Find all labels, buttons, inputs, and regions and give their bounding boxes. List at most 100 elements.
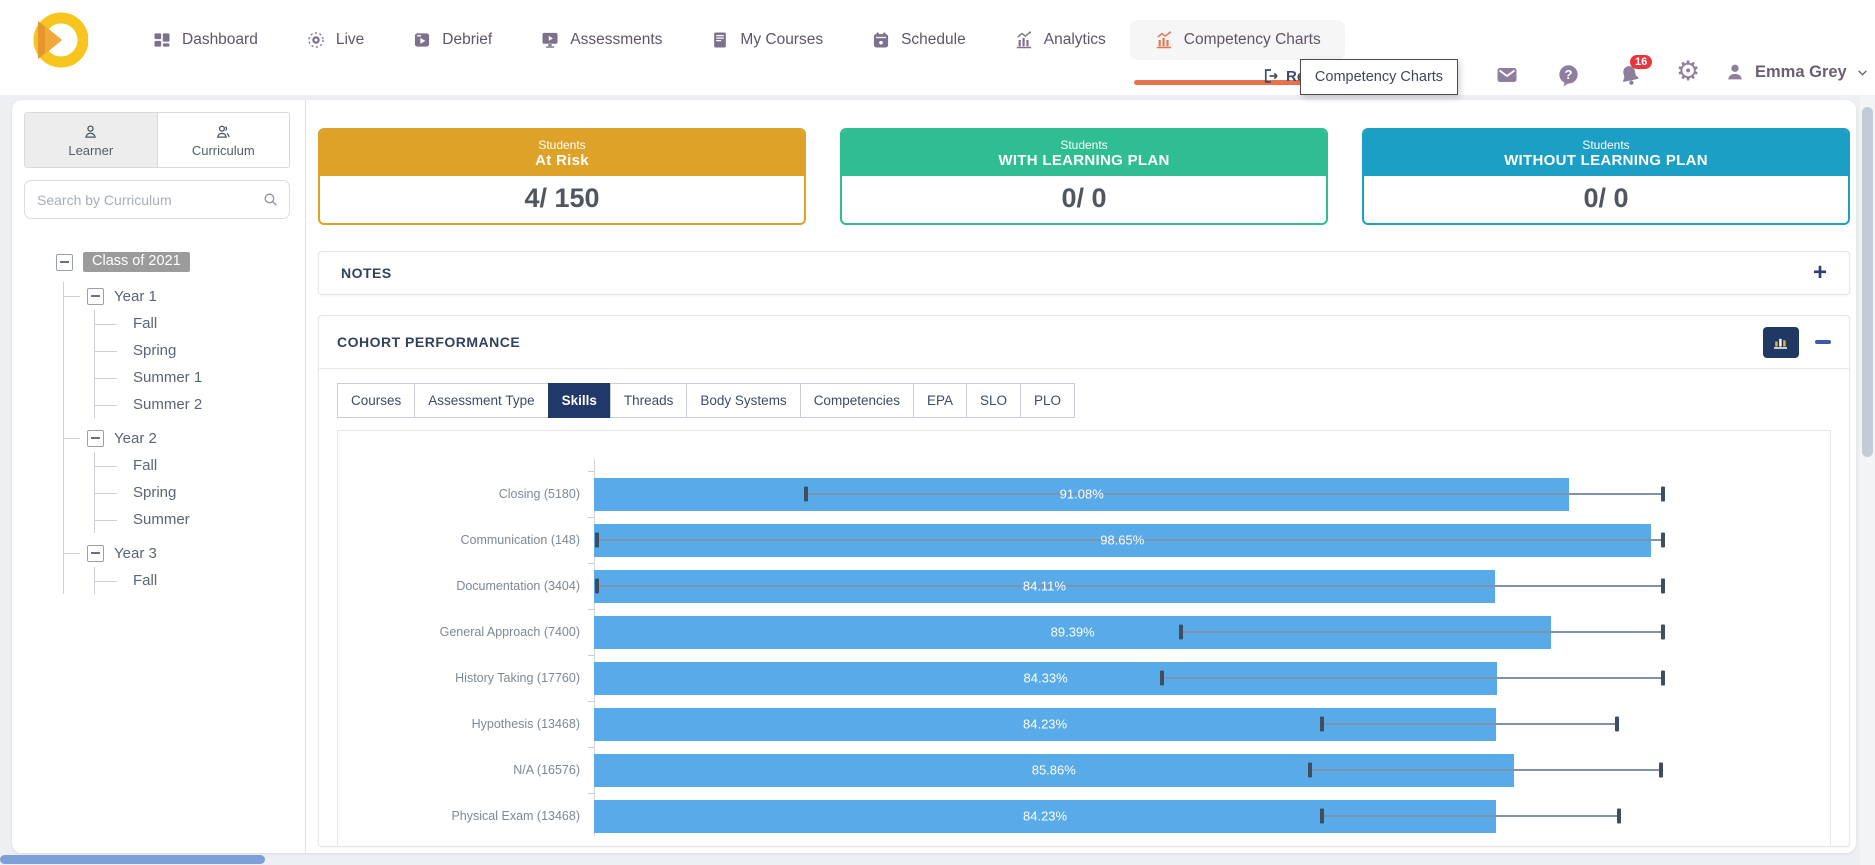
- chart-rows: Closing (5180)91.08%Communication (148)9…: [338, 471, 1830, 839]
- nav-assessments[interactable]: Assessments: [516, 20, 686, 60]
- chart-value-label: 85.86%: [1032, 763, 1076, 778]
- tree-node-label[interactable]: Spring: [133, 484, 176, 501]
- tree-node-label[interactable]: Summer: [133, 511, 190, 528]
- tree-node-label[interactable]: Year 1: [114, 288, 157, 305]
- chart-row: History Taking (17760)84.33%: [338, 655, 1830, 701]
- schedule-icon: [871, 30, 891, 50]
- nav-competency-charts[interactable]: Competency Charts: [1130, 20, 1345, 60]
- nav-debrief[interactable]: Debrief: [388, 20, 516, 60]
- user-menu[interactable]: Emma Grey: [1724, 61, 1869, 83]
- error-bar-cap: [1661, 671, 1665, 686]
- error-bar-cap: [1160, 671, 1164, 686]
- nav-label: Schedule: [901, 31, 966, 49]
- error-bar-line: [1322, 815, 1619, 817]
- nav-live[interactable]: Live: [282, 20, 388, 60]
- tree-node-term[interactable]: Fall: [133, 452, 202, 479]
- tab-courses[interactable]: Courses: [337, 383, 415, 418]
- chart-value-label: 98.65%: [1100, 533, 1144, 548]
- error-bar-cap: [1661, 625, 1665, 640]
- tree-node-class[interactable]: Class of 2021: [56, 248, 202, 276]
- error-bar-line: [1322, 723, 1617, 725]
- collapse-panel-button[interactable]: [1815, 340, 1831, 344]
- tree-node-label[interactable]: Fall: [133, 457, 157, 474]
- tree-node-term[interactable]: Spring: [133, 479, 202, 506]
- card-with-learning-plan[interactable]: Students WITH LEARNING PLAN 0/ 0: [840, 128, 1328, 225]
- collapse-node-icon[interactable]: [87, 288, 104, 305]
- card-at-risk[interactable]: Students At Risk 4/ 150: [318, 128, 806, 225]
- collapse-node-icon[interactable]: [56, 254, 73, 271]
- tab-skills[interactable]: Skills: [548, 383, 611, 418]
- nav-analytics[interactable]: Analytics: [990, 20, 1130, 60]
- tab-epa[interactable]: EPA: [913, 383, 967, 418]
- tab-assessment-type[interactable]: Assessment Type: [414, 383, 548, 418]
- report-link-partial[interactable]: Re: [1262, 67, 1305, 85]
- expand-notes-button[interactable]: +: [1813, 261, 1827, 285]
- search-icon[interactable]: [262, 191, 279, 208]
- tab-learner[interactable]: Learner: [25, 113, 158, 167]
- tree-node-term[interactable]: Summer: [133, 506, 202, 533]
- cohort-tabs: Courses Assessment Type Skills Threads B…: [337, 383, 1849, 418]
- help-button[interactable]: ?: [1556, 63, 1581, 88]
- horizontal-scrollbar-thumb[interactable]: [0, 855, 265, 864]
- tree-node-year2[interactable]: Year 2: [87, 424, 202, 452]
- card-without-learning-plan[interactable]: Students WITHOUT LEARNING PLAN 0/ 0: [1362, 128, 1850, 225]
- tree-node-label[interactable]: Spring: [133, 342, 176, 359]
- people-icon: [214, 123, 232, 140]
- tree-node-year3[interactable]: Year 3: [87, 539, 202, 567]
- tab-competencies[interactable]: Competencies: [800, 383, 914, 418]
- debrief-icon: [412, 30, 432, 50]
- chart-row: N/A (16576)85.86%: [338, 747, 1830, 793]
- collapse-node-icon[interactable]: [87, 430, 104, 447]
- notes-panel: NOTES +: [318, 251, 1850, 295]
- error-bar-line: [597, 585, 1663, 587]
- vertical-scrollbar[interactable]: [1860, 95, 1875, 865]
- tree-node-label[interactable]: Year 2: [114, 430, 157, 447]
- tree-node-label[interactable]: Fall: [133, 572, 157, 589]
- chart-category-label: General Approach (7400): [338, 609, 592, 655]
- tree-children: Fall Spring Summer 1 Summer 2: [94, 310, 202, 418]
- logout-arrow-icon: [1262, 67, 1280, 85]
- nav-dashboard[interactable]: Dashboard: [128, 20, 282, 60]
- chart-row: Hypothesis (13468)84.23%: [338, 701, 1830, 747]
- nav-label: Dashboard: [182, 31, 258, 49]
- nav-my-courses[interactable]: My Courses: [686, 20, 847, 60]
- tree-node-label-selected[interactable]: Class of 2021: [83, 252, 190, 272]
- nav-label: Debrief: [442, 31, 492, 49]
- tree-node-term[interactable]: Fall: [133, 310, 202, 337]
- card-title: WITH LEARNING PLAN: [998, 152, 1169, 169]
- tree-node-label[interactable]: Summer 1: [133, 369, 202, 386]
- tree-node-term[interactable]: Summer 1: [133, 364, 202, 391]
- chart-value-label: 84.23%: [1023, 809, 1067, 824]
- app-window: Dashboard Live Debrief Assessments: [0, 0, 1875, 865]
- tree-node-label[interactable]: Summer 2: [133, 396, 202, 413]
- mail-button[interactable]: [1494, 63, 1520, 87]
- app-logo[interactable]: [28, 10, 88, 70]
- card-header: Students At Risk: [320, 130, 804, 176]
- nav-label: Assessments: [570, 31, 662, 49]
- tab-threads[interactable]: Threads: [610, 383, 688, 418]
- settings-button[interactable]: ⚙: [1676, 58, 1700, 85]
- cohort-header: COHORT PERFORMANCE: [319, 316, 1849, 369]
- error-bar-cap: [1661, 533, 1665, 548]
- tree-node-year1[interactable]: Year 1: [87, 282, 202, 310]
- nav-schedule[interactable]: Schedule: [847, 20, 990, 60]
- notifications-button[interactable]: 16: [1617, 63, 1643, 89]
- vertical-scrollbar-thumb[interactable]: [1862, 107, 1873, 457]
- tree-node-term[interactable]: Spring: [133, 337, 202, 364]
- chart-value-label: 84.23%: [1023, 717, 1067, 732]
- tree-node-label[interactable]: Year 3: [114, 545, 157, 562]
- stat-cards: Students At Risk 4/ 150 Students WITH LE…: [318, 128, 1850, 225]
- tab-curriculum[interactable]: Curriculum: [158, 113, 290, 167]
- tab-body-systems[interactable]: Body Systems: [686, 383, 800, 418]
- collapse-node-icon[interactable]: [87, 545, 104, 562]
- tree-node-label[interactable]: Fall: [133, 315, 157, 332]
- nav-label: My Courses: [740, 31, 823, 49]
- tab-slo[interactable]: SLO: [966, 383, 1021, 418]
- chart-type-button[interactable]: [1763, 327, 1799, 358]
- card-value: 4/ 150: [320, 176, 804, 221]
- tree-node-term[interactable]: Fall: [133, 567, 202, 594]
- tab-plo[interactable]: PLO: [1020, 383, 1075, 418]
- notification-badge: 16: [1630, 55, 1652, 69]
- tree-node-term[interactable]: Summer 2: [133, 391, 202, 418]
- search-input[interactable]: [25, 192, 262, 208]
